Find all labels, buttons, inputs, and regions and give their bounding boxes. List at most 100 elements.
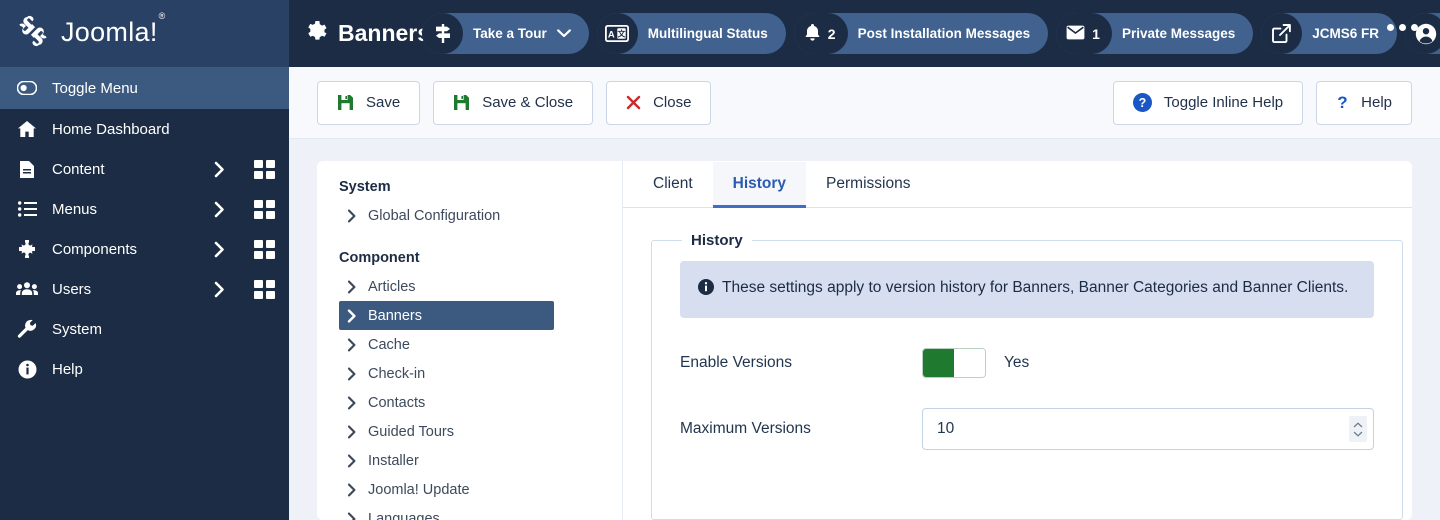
home-icon xyxy=(16,120,38,138)
toggle-menu-label: Toggle Menu xyxy=(52,79,138,97)
multilingual-status-label: Multilingual Status xyxy=(647,26,768,41)
toggle-menu-button[interactable]: Toggle Menu xyxy=(0,67,289,109)
config-item-global-configuration[interactable]: Global Configuration xyxy=(339,201,554,230)
chevron-right-icon[interactable] xyxy=(210,161,228,178)
close-label: Close xyxy=(653,94,692,111)
chevron-right-icon[interactable] xyxy=(210,241,228,258)
config-item-label: Joomla! Update xyxy=(368,481,470,498)
envelope-icon xyxy=(1066,25,1085,43)
ellipsis-icon[interactable] xyxy=(1387,24,1418,31)
close-button[interactable]: Close xyxy=(606,80,712,125)
private-messages-label: Private Messages xyxy=(1121,26,1236,41)
config-item-contacts[interactable]: Contacts xyxy=(339,388,554,417)
config-item-label: Check-in xyxy=(368,365,426,382)
config-item-joomla-update[interactable]: Joomla! Update xyxy=(339,475,554,504)
list-icon xyxy=(16,201,38,217)
sidebar-item-help[interactable]: Help xyxy=(0,349,289,389)
spinner-updown-icon[interactable] xyxy=(1349,416,1367,443)
post-install-count: 2 xyxy=(827,25,836,42)
save-and-close-label: Save & Close xyxy=(482,94,574,111)
svg-text:?: ? xyxy=(1337,93,1347,112)
maximum-versions-input[interactable]: 10 xyxy=(922,408,1374,451)
post-installation-messages-button[interactable]: 2 Post Installation Messages xyxy=(793,13,1049,54)
toggle-on-half xyxy=(923,349,954,378)
config-item-installer[interactable]: Installer xyxy=(339,446,554,475)
svg-text:文: 文 xyxy=(618,29,627,39)
config-item-guided-tours[interactable]: Guided Tours xyxy=(339,417,554,446)
chevron-right-icon xyxy=(347,280,357,294)
chevron-right-icon xyxy=(347,367,357,381)
toggle-switch-icon xyxy=(16,81,38,95)
sidebar-item-menus[interactable]: Menus xyxy=(0,189,289,229)
joomla-logo-icon xyxy=(14,12,52,55)
svg-text:A: A xyxy=(608,29,615,40)
sidebar-item-users[interactable]: Users xyxy=(0,269,289,309)
signpost-icon xyxy=(422,13,463,54)
help-button[interactable]: ? Help xyxy=(1316,80,1412,125)
private-messages-button[interactable]: 1 Private Messages xyxy=(1056,13,1254,54)
tab-history[interactable]: History xyxy=(712,162,807,208)
header-pill-group: Take a Tour A文 Multilingual Status 2 Pos… xyxy=(422,13,1440,54)
tab-client[interactable]: Client xyxy=(633,162,713,208)
site-link-label: JCMS6 FR xyxy=(1312,26,1380,41)
config-item-label: Languages xyxy=(368,510,440,520)
config-item-articles[interactable]: Articles xyxy=(339,272,554,301)
toggle-off-half xyxy=(954,349,985,378)
sidebar-item-home-dashboard[interactable]: Home Dashboard xyxy=(0,109,289,149)
config-item-label: Contacts xyxy=(368,394,426,411)
multilingual-status-button[interactable]: A文 Multilingual Status xyxy=(596,13,786,54)
grid-icon[interactable] xyxy=(254,279,275,299)
save-and-close-button[interactable]: Save & Close xyxy=(433,80,594,125)
config-item-languages[interactable]: Languages xyxy=(339,504,554,520)
sidebar-item-label: Components xyxy=(52,240,138,258)
chevron-right-icon[interactable] xyxy=(210,281,228,298)
main-region: Banners: Op Take a Tour A文 Multilingual … xyxy=(289,0,1440,520)
config-item-label: Cache xyxy=(368,336,410,353)
save-button[interactable]: Save xyxy=(317,80,421,125)
top-header: Banners: Op Take a Tour A文 Multilingual … xyxy=(289,0,1440,67)
post-install-badge: 2 xyxy=(793,13,848,54)
maximum-versions-row: Maximum Versions 10 xyxy=(680,408,1374,451)
grid-icon[interactable] xyxy=(254,199,275,219)
grid-icon[interactable] xyxy=(254,239,275,259)
chevron-right-icon xyxy=(347,483,357,497)
help-label: Help xyxy=(1361,94,1392,111)
config-item-label: Articles xyxy=(368,278,416,295)
sidebar-item-label: Users xyxy=(52,280,92,298)
sidebar-item-label: Home Dashboard xyxy=(52,120,170,138)
chevron-right-icon xyxy=(347,454,357,468)
enable-versions-label: Enable Versions xyxy=(680,354,793,372)
enable-versions-toggle[interactable] xyxy=(922,348,986,379)
brand-name: Joomla!® xyxy=(61,11,166,47)
grid-icon[interactable] xyxy=(254,159,275,179)
config-item-label: Banners xyxy=(368,307,423,324)
save-icon xyxy=(453,94,470,111)
chevron-right-icon[interactable] xyxy=(210,201,228,218)
users-icon xyxy=(16,281,38,297)
sidebar-item-system[interactable]: System xyxy=(0,309,289,349)
puzzle-icon xyxy=(16,239,38,259)
sidebar-item-components[interactable]: Components xyxy=(0,229,289,269)
enable-versions-row: Enable Versions Yes xyxy=(680,348,1374,379)
configuration-nav: System Global Configuration Component Ar… xyxy=(317,161,622,520)
options-card: System Global Configuration Component Ar… xyxy=(317,161,1412,520)
toggle-inline-help-button[interactable]: ? Toggle Inline Help xyxy=(1112,80,1304,125)
sidebar-item-content[interactable]: Content xyxy=(0,149,289,189)
external-link-icon xyxy=(1261,13,1303,54)
config-item-check-in[interactable]: Check-in xyxy=(339,359,554,388)
translate-icon: A文 xyxy=(596,13,638,54)
options-panel: Client History Permissions History These xyxy=(622,161,1412,520)
question-circle-icon: ? xyxy=(1132,93,1152,112)
config-item-banners[interactable]: Banners xyxy=(339,301,554,330)
chevron-down-icon xyxy=(556,29,571,38)
wrench-icon xyxy=(16,319,38,339)
config-item-cache[interactable]: Cache xyxy=(339,330,554,359)
tab-label: Permissions xyxy=(826,174,911,192)
take-a-tour-button[interactable]: Take a Tour xyxy=(422,13,589,54)
user-menu-button[interactable]: User Menu xyxy=(1405,13,1440,54)
svg-text:?: ? xyxy=(1139,96,1147,110)
enable-versions-value: Yes xyxy=(1004,354,1030,372)
tab-permissions[interactable]: Permissions xyxy=(806,162,930,208)
site-link-button[interactable]: JCMS6 FR xyxy=(1261,13,1398,54)
sidebar-item-label: System xyxy=(52,320,103,338)
